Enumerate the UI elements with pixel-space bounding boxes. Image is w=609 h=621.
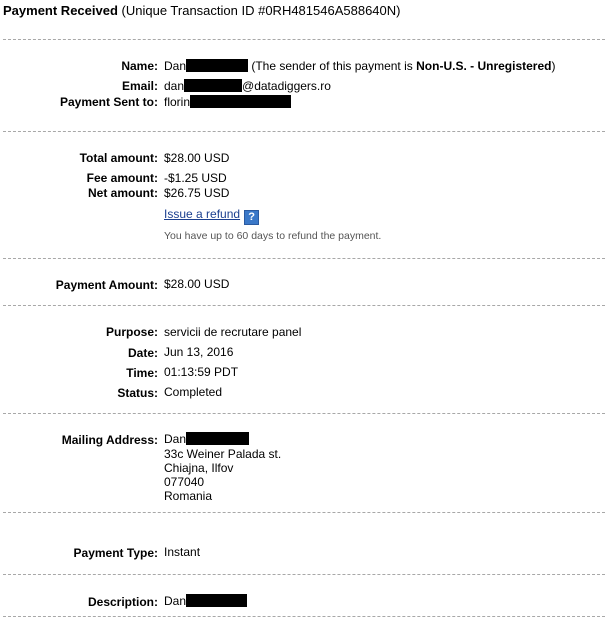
- separator: [3, 39, 605, 40]
- separator: [3, 305, 605, 306]
- transaction-id: (Unique Transaction ID #0RH481546A588640…: [121, 3, 401, 18]
- payment-amount-label: Payment Amount:: [55, 278, 158, 292]
- net-amount-value: $26.75 USD: [164, 186, 230, 200]
- separator: [3, 258, 605, 259]
- total-amount-value: $28.00 USD: [164, 151, 230, 165]
- sent-to: florin: [164, 95, 292, 109]
- purpose-label: Purpose:: [105, 325, 158, 339]
- help-icon[interactable]: ?: [244, 210, 260, 225]
- redaction-bar: [186, 59, 249, 72]
- address-line-4: Romania: [164, 489, 213, 503]
- address-name: Dan: [164, 432, 250, 446]
- redaction-bar: [190, 95, 292, 108]
- sent-to-label: Payment Sent to:: [59, 95, 158, 109]
- redaction-bar: [186, 594, 248, 607]
- address-line-2: Chiajna, Ilfov: [164, 461, 234, 475]
- page-title-bold: Payment Received: [3, 3, 118, 18]
- sender-name-value: Dan: [164, 59, 187, 73]
- separator: [3, 616, 605, 617]
- time-value: 01:13:59 PDT: [164, 365, 239, 379]
- description-value-row: Dan: [164, 594, 248, 608]
- refund-row: Issue a refund?: [164, 207, 260, 225]
- sender-status: Non-U.S. - Unregistered: [416, 59, 552, 73]
- address-line-3: 077040: [164, 475, 205, 489]
- name-label: Name:: [121, 59, 158, 73]
- separator: [3, 131, 605, 132]
- redaction-bar: [186, 432, 250, 445]
- refund-note: You have up to 60 days to refund the pay…: [164, 230, 382, 242]
- page-title: Payment Received (Unique Transaction ID …: [3, 3, 400, 18]
- total-amount-label: Total amount:: [79, 151, 158, 165]
- sender-email: dan @datadiggers.ro: [164, 79, 331, 93]
- separator: [3, 413, 605, 414]
- purpose-value: servicii de recrutare panel: [164, 325, 302, 339]
- description-label: Description:: [87, 595, 158, 609]
- payment-amount-value: $28.00 USD: [164, 277, 230, 291]
- email-label: Email:: [121, 79, 158, 93]
- time-label: Time:: [126, 366, 158, 380]
- sender-email-prefix: dan: [164, 79, 185, 93]
- description-value: Dan: [164, 594, 187, 608]
- fee-amount-label: Fee amount:: [86, 171, 158, 185]
- payment-type-value: Instant: [164, 545, 201, 559]
- net-amount-label: Net amount:: [88, 186, 158, 200]
- status-value: Completed: [164, 385, 223, 399]
- mailing-address-label: Mailing Address:: [61, 433, 158, 447]
- sender-note-prefix: (The sender of this payment is: [251, 59, 413, 73]
- sender-note-suffix: ): [551, 59, 556, 73]
- address-line-1: 33c Weiner Palada st.: [164, 447, 282, 461]
- payment-type-label: Payment Type:: [73, 546, 158, 560]
- issue-refund-link[interactable]: Issue a refund: [164, 207, 240, 221]
- separator: [3, 512, 605, 513]
- date-label: Date:: [127, 346, 158, 360]
- sender-email-suffix: @datadiggers.ro: [242, 79, 331, 93]
- separator: [3, 574, 605, 575]
- sent-to-value: florin: [164, 95, 191, 109]
- date-value: Jun 13, 2016: [164, 345, 234, 359]
- address-name-value: Dan: [164, 432, 187, 446]
- sender-name: Dan (The sender of this payment is Non-U…: [164, 59, 555, 73]
- fee-amount-value: -$1.25 USD: [164, 171, 227, 185]
- status-label: Status:: [117, 386, 158, 400]
- redaction-bar: [184, 79, 243, 92]
